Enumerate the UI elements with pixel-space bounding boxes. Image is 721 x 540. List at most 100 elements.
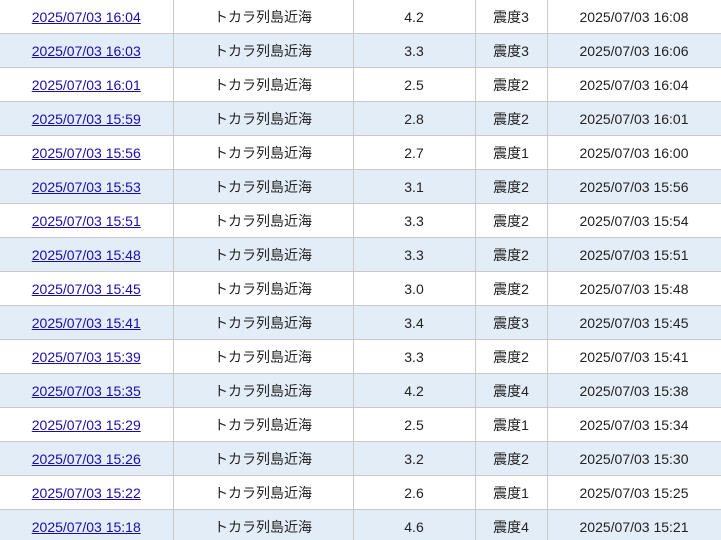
magnitude-cell: 3.3 xyxy=(352,339,476,374)
earthquake-detail-link[interactable]: 2025/07/03 15:56 xyxy=(32,145,141,161)
announced-time-cell: 2025/07/03 15:51 xyxy=(546,237,721,272)
detected-time-cell: 2025/07/03 15:51 xyxy=(0,203,174,238)
detected-time-cell: 2025/07/03 15:22 xyxy=(0,475,174,510)
table-row: 2025/07/03 16:03 トカラ列島近海 3.3 震度3 2025/07/03 … xyxy=(0,33,721,68)
announced-time-cell: 2025/07/03 15:30 xyxy=(546,441,721,476)
magnitude-cell: 2.7 xyxy=(352,135,476,170)
magnitude-cell: 3.2 xyxy=(352,441,476,476)
table-row: 2025/07/03 16:01 トカラ列島近海 2.5 震度2 2025/07/03 … xyxy=(0,67,721,102)
region-cell: トカラ列島近海 xyxy=(172,237,354,272)
table-row: 2025/07/03 15:18 トカラ列島近海 4.6 震度4 2025/07/03 … xyxy=(0,509,721,540)
magnitude-cell: 3.1 xyxy=(352,169,476,204)
region-cell: トカラ列島近海 xyxy=(172,101,354,136)
table-row: 2025/07/03 15:26 トカラ列島近海 3.2 震度2 2025/07/03 … xyxy=(0,441,721,476)
max-intensity-cell: 震度1 xyxy=(474,135,548,170)
table-row: 2025/07/03 16:04 トカラ列島近海 4.2 震度3 2025/07/03 … xyxy=(0,0,721,34)
magnitude-cell: 2.8 xyxy=(352,101,476,136)
region-cell: トカラ列島近海 xyxy=(172,0,354,34)
max-intensity-cell: 震度2 xyxy=(474,169,548,204)
earthquake-detail-link[interactable]: 2025/07/03 15:35 xyxy=(32,383,141,399)
magnitude-cell: 3.3 xyxy=(352,33,476,68)
region-cell: トカラ列島近海 xyxy=(172,67,354,102)
region-cell: トカラ列島近海 xyxy=(172,169,354,204)
max-intensity-cell: 震度2 xyxy=(474,271,548,306)
region-cell: トカラ列島近海 xyxy=(172,373,354,408)
magnitude-cell: 4.2 xyxy=(352,373,476,408)
max-intensity-cell: 震度3 xyxy=(474,305,548,340)
detected-time-cell: 2025/07/03 15:18 xyxy=(0,509,174,540)
earthquake-detail-link[interactable]: 2025/07/03 15:59 xyxy=(32,111,141,127)
announced-time-cell: 2025/07/03 16:00 xyxy=(546,135,721,170)
detected-time-cell: 2025/07/03 16:01 xyxy=(0,67,174,102)
earthquake-detail-link[interactable]: 2025/07/03 15:39 xyxy=(32,349,141,365)
announced-time-cell: 2025/07/03 15:38 xyxy=(546,373,721,408)
max-intensity-cell: 震度4 xyxy=(474,509,548,540)
magnitude-cell: 3.3 xyxy=(352,237,476,272)
detected-time-cell: 2025/07/03 15:35 xyxy=(0,373,174,408)
table-row: 2025/07/03 15:51 トカラ列島近海 3.3 震度2 2025/07/03 … xyxy=(0,203,721,238)
region-cell: トカラ列島近海 xyxy=(172,475,354,510)
max-intensity-cell: 震度2 xyxy=(474,339,548,374)
table-row: 2025/07/03 15:48 トカラ列島近海 3.3 震度2 2025/07/03 … xyxy=(0,237,721,272)
announced-time-cell: 2025/07/03 15:25 xyxy=(546,475,721,510)
earthquake-table: 2025/07/03 16:04 トカラ列島近海 4.2 震度3 2025/07/03 … xyxy=(0,0,721,540)
announced-time-cell: 2025/07/03 15:56 xyxy=(546,169,721,204)
detected-time-cell: 2025/07/03 15:26 xyxy=(0,441,174,476)
earthquake-detail-link[interactable]: 2025/07/03 15:45 xyxy=(32,281,141,297)
announced-time-cell: 2025/07/03 16:08 xyxy=(546,0,721,34)
magnitude-cell: 3.3 xyxy=(352,203,476,238)
table-row: 2025/07/03 15:45 トカラ列島近海 3.0 震度2 2025/07/03 … xyxy=(0,271,721,306)
announced-time-cell: 2025/07/03 16:01 xyxy=(546,101,721,136)
earthquake-detail-link[interactable]: 2025/07/03 16:03 xyxy=(32,43,141,59)
max-intensity-cell: 震度2 xyxy=(474,203,548,238)
table-row: 2025/07/03 15:53 トカラ列島近海 3.1 震度2 2025/07/03 … xyxy=(0,169,721,204)
announced-time-cell: 2025/07/03 16:04 xyxy=(546,67,721,102)
magnitude-cell: 4.6 xyxy=(352,509,476,540)
magnitude-cell: 2.5 xyxy=(352,67,476,102)
detected-time-cell: 2025/07/03 15:39 xyxy=(0,339,174,374)
region-cell: トカラ列島近海 xyxy=(172,339,354,374)
region-cell: トカラ列島近海 xyxy=(172,407,354,442)
table-row: 2025/07/03 15:35 トカラ列島近海 4.2 震度4 2025/07/03 … xyxy=(0,373,721,408)
region-cell: トカラ列島近海 xyxy=(172,305,354,340)
magnitude-cell: 3.4 xyxy=(352,305,476,340)
announced-time-cell: 2025/07/03 15:21 xyxy=(546,509,721,540)
earthquake-detail-link[interactable]: 2025/07/03 15:22 xyxy=(32,485,141,501)
earthquake-detail-link[interactable]: 2025/07/03 15:29 xyxy=(32,417,141,433)
max-intensity-cell: 震度2 xyxy=(474,441,548,476)
table-row: 2025/07/03 15:39 トカラ列島近海 3.3 震度2 2025/07/03 … xyxy=(0,339,721,374)
earthquake-detail-link[interactable]: 2025/07/03 15:51 xyxy=(32,213,141,229)
earthquake-detail-link[interactable]: 2025/07/03 15:41 xyxy=(32,315,141,331)
magnitude-cell: 4.2 xyxy=(352,0,476,34)
table-row: 2025/07/03 15:22 トカラ列島近海 2.6 震度1 2025/07/03 … xyxy=(0,475,721,510)
earthquake-detail-link[interactable]: 2025/07/03 16:04 xyxy=(32,9,141,25)
magnitude-cell: 2.5 xyxy=(352,407,476,442)
earthquake-detail-link[interactable]: 2025/07/03 15:48 xyxy=(32,247,141,263)
region-cell: トカラ列島近海 xyxy=(172,271,354,306)
announced-time-cell: 2025/07/03 15:54 xyxy=(546,203,721,238)
detected-time-cell: 2025/07/03 16:04 xyxy=(0,0,174,34)
region-cell: トカラ列島近海 xyxy=(172,441,354,476)
earthquake-detail-link[interactable]: 2025/07/03 15:18 xyxy=(32,519,141,535)
earthquake-detail-link[interactable]: 2025/07/03 15:26 xyxy=(32,451,141,467)
region-cell: トカラ列島近海 xyxy=(172,203,354,238)
detected-time-cell: 2025/07/03 15:53 xyxy=(0,169,174,204)
announced-time-cell: 2025/07/03 15:45 xyxy=(546,305,721,340)
magnitude-cell: 2.6 xyxy=(352,475,476,510)
earthquake-detail-link[interactable]: 2025/07/03 16:01 xyxy=(32,77,141,93)
region-cell: トカラ列島近海 xyxy=(172,33,354,68)
detected-time-cell: 2025/07/03 15:45 xyxy=(0,271,174,306)
table-row: 2025/07/03 15:29 トカラ列島近海 2.5 震度1 2025/07/03 … xyxy=(0,407,721,442)
announced-time-cell: 2025/07/03 15:48 xyxy=(546,271,721,306)
max-intensity-cell: 震度3 xyxy=(474,0,548,34)
detected-time-cell: 2025/07/03 16:03 xyxy=(0,33,174,68)
detected-time-cell: 2025/07/03 15:48 xyxy=(0,237,174,272)
max-intensity-cell: 震度4 xyxy=(474,373,548,408)
detected-time-cell: 2025/07/03 15:29 xyxy=(0,407,174,442)
max-intensity-cell: 震度1 xyxy=(474,475,548,510)
table-row: 2025/07/03 15:59 トカラ列島近海 2.8 震度2 2025/07/03 … xyxy=(0,101,721,136)
announced-time-cell: 2025/07/03 15:41 xyxy=(546,339,721,374)
earthquake-detail-link[interactable]: 2025/07/03 15:53 xyxy=(32,179,141,195)
max-intensity-cell: 震度2 xyxy=(474,237,548,272)
max-intensity-cell: 震度1 xyxy=(474,407,548,442)
